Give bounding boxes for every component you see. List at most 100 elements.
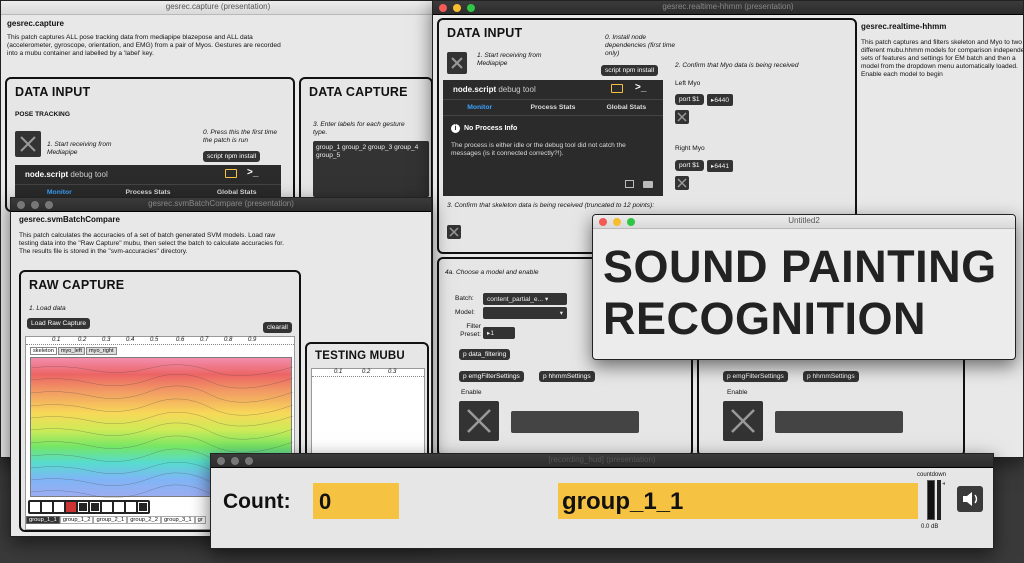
terminal-icon[interactable]: >_ — [247, 167, 258, 178]
group-label[interactable]: group_2_1 — [93, 516, 128, 524]
no-process-message: The process is either idle or the debug … — [451, 142, 626, 157]
group-label[interactable]: group_1_2 — [59, 516, 94, 524]
patch-name: gesrec.realtime-hhmm — [861, 22, 947, 31]
mubu-toolbar — [28, 500, 150, 514]
emg-filter-settings-button[interactable]: p emgFilterSettings — [459, 371, 524, 382]
tab-monitor[interactable]: Monitor — [15, 189, 104, 196]
dots-icon[interactable] — [138, 502, 148, 512]
right-port-number[interactable]: ▸6441 — [707, 160, 733, 172]
left-myo-label: Left Myo — [675, 80, 701, 87]
no-process-info: i No Process Info — [451, 124, 517, 133]
monitor-icon[interactable] — [611, 84, 623, 93]
step1-label: 1. Start receiving from Mediapipe — [47, 141, 112, 156]
data-capture-panel: DATA CAPTURE 3. Enter labels for each ge… — [299, 77, 433, 212]
enable-label-2: Enable — [727, 389, 748, 396]
title-line-2: RECOGNITION — [603, 293, 927, 344]
window-title: gesrec.svmBatchCompare (presentation) — [148, 199, 294, 208]
title-line-1: SOUND PAINTING — [603, 241, 997, 292]
pencil-icon[interactable] — [30, 502, 40, 512]
title-bar[interactable]: [recording_hud] (presentation) — [211, 454, 993, 468]
terminal-icon[interactable]: >_ — [635, 82, 646, 93]
step2-label: 2. Confirm that Myo data is being receiv… — [675, 62, 799, 69]
clear-all-button[interactable]: clearall — [263, 322, 292, 333]
stack-icon[interactable] — [114, 502, 124, 512]
title-bar[interactable]: Untitled2 — [593, 215, 1015, 229]
tab-skeleton[interactable]: skeleton — [30, 347, 57, 355]
debug-tabs: Monitor Process Stats Global Stats — [443, 100, 663, 116]
right-myo-label: Right Myo — [675, 145, 705, 152]
folder-icon[interactable] — [643, 181, 653, 188]
patch-name: gesrec.svmBatchCompare — [19, 215, 120, 224]
labels-textedit[interactable]: group_1 group_2 group_3 group_4 group_5 — [313, 141, 429, 197]
edit-icon[interactable] — [625, 180, 634, 188]
filter-preset-number[interactable]: ▸1 — [483, 327, 515, 339]
data-capture-heading: DATA CAPTURE — [309, 85, 408, 99]
tab-myo-left[interactable]: myo_left — [57, 347, 85, 355]
group-label[interactable]: group_1_1 — [26, 516, 60, 524]
patch-description: This patch captures ALL pose tracking da… — [7, 34, 281, 57]
hhmm-settings-button[interactable]: p hhmmSettings — [539, 371, 595, 382]
count-display: 0 — [313, 483, 399, 519]
right-myo-toggle[interactable] — [675, 176, 689, 190]
testing-mubu-heading: TESTING MUBU — [315, 350, 405, 362]
left-port-number[interactable]: ▸6440 — [707, 94, 733, 106]
square-icon[interactable] — [78, 502, 88, 512]
monitor-icon[interactable] — [225, 169, 237, 178]
npm-install-button[interactable]: script npm install — [203, 151, 261, 162]
group-label[interactable]: group_3_1 — [160, 516, 195, 524]
wave-icon[interactable] — [102, 502, 112, 512]
data-input-heading: DATA INPUT — [447, 26, 523, 40]
debug-title: node.script debug tool — [453, 85, 536, 94]
hhmm-settings-button-2[interactable]: p hhmmSettings — [803, 371, 859, 382]
model-dropdown[interactable]: ▾ — [483, 307, 567, 319]
skeleton-toggle[interactable] — [447, 225, 461, 239]
recording-hud-window: [recording_hud] (presentation) Count: 0 … — [210, 453, 994, 549]
load-data-label: 1. Load data — [29, 305, 66, 312]
right-port-message[interactable]: port $1 — [675, 160, 704, 171]
patch-description: This patch captures and filters skeleton… — [861, 39, 1024, 78]
countdown-label: countdown — [917, 472, 947, 478]
testing-ruler: 0.1 0.2 0.3 — [312, 369, 424, 377]
cross-icon[interactable] — [54, 502, 64, 512]
data-input-heading: DATA INPUT — [15, 85, 91, 99]
enable-toggle[interactable] — [459, 401, 499, 441]
step3-label: 3. Confirm that skeleton data is being r… — [447, 202, 655, 209]
batch-dropdown[interactable]: content_partial_e... ▾ — [483, 293, 567, 305]
marker-icon[interactable] — [66, 502, 76, 512]
title-bar[interactable]: gesrec.capture (presentation) — [1, 1, 435, 15]
tab-global-stats[interactable]: Global Stats — [590, 104, 663, 111]
chevron-down-icon: ▾ — [559, 310, 563, 317]
countdown-meter — [927, 480, 935, 520]
group-label[interactable]: group_2_2 — [127, 516, 161, 524]
debug-tool: node.script debug tool >_ Monitor Proces… — [443, 80, 663, 196]
tab-process-stats[interactable]: Process Stats — [516, 104, 589, 111]
label-value: group_1_1 — [562, 488, 684, 515]
left-myo-toggle[interactable] — [675, 110, 689, 124]
volume-icon: ◂ — [942, 481, 946, 487]
arrow-icon[interactable] — [42, 502, 52, 512]
grid-icon[interactable] — [126, 502, 136, 512]
title-bar[interactable]: gesrec.realtime-hhmm (presentation) — [433, 1, 1023, 15]
step4a-label: 4a. Choose a model and enable — [445, 269, 539, 276]
lock-icon[interactable] — [90, 502, 100, 512]
speaker-button[interactable] — [957, 486, 983, 512]
npm-install-button[interactable]: script npm install — [601, 65, 659, 76]
left-port-message[interactable]: port $1 — [675, 94, 704, 105]
tab-myo-right[interactable]: myo_right — [85, 347, 117, 355]
load-raw-capture-button[interactable]: Load Raw Capture — [27, 318, 90, 329]
start-receiving-toggle[interactable] — [15, 131, 41, 157]
label-display: group_1_1 — [558, 483, 918, 519]
tab-process-stats[interactable]: Process Stats — [104, 189, 193, 196]
tab-monitor[interactable]: Monitor — [443, 104, 516, 111]
tab-global-stats[interactable]: Global Stats — [192, 189, 281, 196]
start-receiving-toggle[interactable] — [447, 52, 467, 74]
group-label[interactable]: gr — [194, 516, 206, 524]
emg-filter-settings-button-2[interactable]: p emgFilterSettings — [723, 371, 788, 382]
data-filtering-button[interactable]: p data_filtering — [459, 349, 511, 360]
enable-toggle-2[interactable] — [723, 401, 763, 441]
model-label: Model: — [455, 309, 475, 316]
window-title: gesrec.realtime-hhmm (presentation) — [662, 2, 794, 11]
untitled-window: Untitled2 SOUND PAINTING RECOGNITION — [592, 214, 1016, 360]
title-bar[interactable]: gesrec.svmBatchCompare (presentation) — [11, 198, 431, 212]
step1-label: 1. Start receiving from Mediapipe — [477, 52, 542, 67]
